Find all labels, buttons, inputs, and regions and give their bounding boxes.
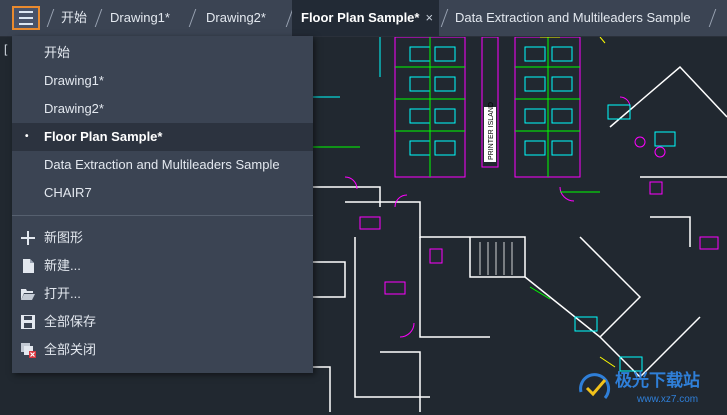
active-bullet-icon: • bbox=[25, 131, 29, 142]
tab-separator bbox=[188, 9, 197, 27]
viewport-label[interactable]: [ bbox=[4, 42, 7, 56]
watermark-logo-icon bbox=[579, 373, 611, 400]
save-icon bbox=[21, 315, 35, 329]
menu-item-close-all[interactable]: 全部关闭 bbox=[12, 336, 313, 364]
tab-drawing1[interactable]: Drawing1* bbox=[110, 0, 170, 36]
walls bbox=[313, 65, 727, 412]
watermark-text: 极光下载站 bbox=[615, 370, 700, 391]
furniture bbox=[359, 104, 719, 372]
menu-item-floor-plan-sample[interactable]: • Floor Plan Sample* bbox=[12, 123, 313, 151]
watermark: 极光下载站 www.xz7.com bbox=[575, 362, 725, 410]
tab-start[interactable]: 开始 bbox=[61, 0, 87, 36]
menu-item-open[interactable]: 打开... bbox=[12, 280, 313, 308]
menu-item-data-extraction[interactable]: Data Extraction and Multileaders Sample bbox=[12, 151, 313, 179]
tab-separator bbox=[94, 9, 103, 27]
hamburger-icon bbox=[19, 11, 33, 13]
menu-item-drawing1[interactable]: Drawing1* bbox=[12, 67, 313, 95]
file-tabs-menu: 开始 Drawing1* Drawing2* • Floor Plan Samp… bbox=[12, 36, 313, 373]
workstation-cluster-2 bbox=[514, 37, 581, 178]
plus-icon bbox=[21, 231, 35, 245]
workstation-cluster-1 bbox=[394, 37, 466, 178]
close-all-icon bbox=[21, 343, 36, 358]
tab-separator bbox=[46, 9, 55, 27]
open-folder-icon bbox=[21, 289, 35, 300]
menu-item-save-all[interactable]: 全部保存 bbox=[12, 308, 313, 336]
menu-button[interactable] bbox=[12, 6, 40, 30]
menu-item-drawing2[interactable]: Drawing2* bbox=[12, 95, 313, 123]
green-lines bbox=[313, 146, 600, 300]
tab-floor-plan-sample[interactable]: Floor Plan Sample* × bbox=[292, 0, 440, 36]
menu-item-chair7[interactable]: CHAIR7 bbox=[12, 179, 313, 207]
watermark-url: www.xz7.com bbox=[636, 394, 698, 405]
tab-data-extraction[interactable]: Data Extraction and Multileaders Sample bbox=[455, 0, 691, 36]
document-tab-bar: 开始 Drawing1* Drawing2* Floor Plan Sample… bbox=[0, 0, 727, 37]
menu-divider bbox=[12, 215, 313, 216]
close-tab-icon[interactable]: × bbox=[425, 10, 433, 25]
new-file-icon bbox=[23, 259, 34, 273]
printer-island-label: PRINTER ISLAND bbox=[488, 102, 495, 160]
stairs bbox=[479, 242, 513, 275]
menu-item-new[interactable]: 新建... bbox=[12, 252, 313, 280]
tab-drawing2[interactable]: Drawing2* bbox=[206, 0, 266, 36]
menu-item-start[interactable]: 开始 bbox=[12, 39, 313, 67]
cyan-lines bbox=[313, 37, 381, 98]
tab-separator bbox=[708, 9, 717, 27]
tab-label: Floor Plan Sample* bbox=[301, 10, 420, 25]
tab-separator bbox=[440, 9, 449, 27]
menu-item-new-drawing[interactable]: 新图形 bbox=[12, 224, 313, 252]
